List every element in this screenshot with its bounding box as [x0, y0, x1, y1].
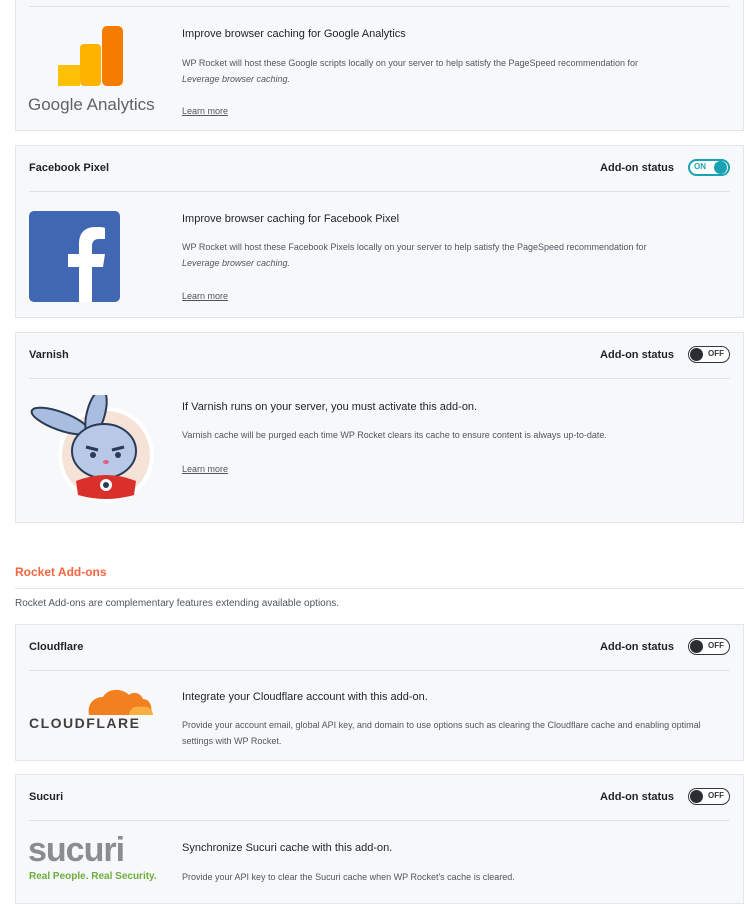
toggle-text: OFF: [708, 791, 724, 800]
card-title: Cloudflare: [29, 641, 84, 653]
google-analytics-icon: [58, 26, 123, 86]
toggle-knob: [690, 640, 703, 653]
description-text: WP Rocket will host these Facebook Pixel…: [182, 242, 647, 252]
cloudflare-logo-text: CLOUDFLARE: [29, 715, 141, 731]
addon-status-toggle[interactable]: OFF: [688, 346, 730, 363]
google-analytics-card: Google Analytics Improve browser caching…: [15, 0, 744, 131]
card-title: Facebook Pixel: [29, 162, 110, 174]
card-header: Facebook Pixel Add-on status ON: [29, 146, 730, 192]
feature-title: Synchronize Sucuri cache with this add-o…: [182, 842, 393, 854]
addon-status-label: Add-on status: [600, 162, 674, 174]
cloudflare-cloud-icon: [88, 689, 153, 715]
card-header: Sucuri Add-on status OFF: [29, 775, 730, 821]
toggle-knob: [690, 348, 703, 361]
cloudflare-card: Cloudflare Add-on status OFF CLOUDFLARE …: [15, 624, 744, 761]
toggle-knob: [690, 790, 703, 803]
feature-description: Provide your account email, global API k…: [182, 720, 701, 746]
feature-title: If Varnish runs on your server, you must…: [182, 401, 478, 413]
feature-title: Integrate your Cloudflare account with t…: [182, 691, 428, 703]
card-header: Varnish Add-on status OFF: [29, 333, 730, 379]
learn-more-link[interactable]: Learn more: [182, 291, 228, 301]
feature-description: WP Rocket will host these Google scripts…: [182, 55, 722, 87]
facebook-icon: [29, 211, 120, 302]
sucuri-tagline: Real People. Real Security.: [29, 871, 157, 882]
google-analytics-logo-text: Google Analytics: [28, 95, 155, 114]
feature-description: Provide your API key to clear the Sucuri…: [182, 872, 515, 882]
description-italic: Leverage browser caching.: [182, 74, 291, 84]
varnish-logo: [26, 388, 156, 507]
feature-description: Varnish cache will be purged each time W…: [182, 430, 607, 440]
varnish-card: Varnish Add-on status OFF If Varnish run…: [15, 332, 744, 523]
toggle-text: OFF: [708, 641, 724, 650]
sucuri-logo-text: sucuri: [28, 831, 125, 869]
cloudflare-logo: CLOUDFLARE: [29, 687, 159, 737]
section-divider: [15, 588, 744, 589]
google-analytics-logo: Google Analytics: [28, 24, 158, 124]
addon-status-toggle[interactable]: OFF: [688, 788, 730, 805]
toggle-knob: [714, 161, 727, 174]
card-header: Cloudflare Add-on status OFF: [29, 625, 730, 671]
feature-title: Improve browser caching for Google Analy…: [182, 28, 406, 40]
divider: [29, 6, 730, 7]
addon-status-toggle[interactable]: ON: [688, 159, 730, 176]
feature-title: Improve browser caching for Facebook Pix…: [182, 213, 400, 225]
addon-status-label: Add-on status: [600, 349, 674, 361]
rabbit-mascot-icon: [30, 388, 154, 503]
addon-status-label: Add-on status: [600, 791, 674, 803]
feature-description: WP Rocket will host these Facebook Pixel…: [182, 239, 722, 271]
toggle-text: OFF: [708, 349, 724, 358]
section-description: Rocket Add-ons are complementary feature…: [15, 598, 340, 609]
description-text: WP Rocket will host these Google scripts…: [182, 58, 639, 68]
toggle-text: ON: [694, 162, 706, 171]
facebook-logo: [29, 211, 120, 302]
learn-more-link[interactable]: Learn more: [182, 464, 228, 474]
facebook-pixel-card: Facebook Pixel Add-on status ON Improve …: [15, 145, 744, 318]
description-italic: Leverage browser caching.: [182, 258, 291, 268]
learn-more-link[interactable]: Learn more: [182, 106, 228, 116]
card-title: Varnish: [29, 349, 69, 361]
sucuri-logo: sucuri Real People. Real Security.: [28, 831, 158, 887]
addon-status-label: Add-on status: [600, 641, 674, 653]
section-title: Rocket Add-ons: [15, 565, 107, 579]
card-title: Sucuri: [29, 791, 64, 803]
sucuri-card: Sucuri Add-on status OFF sucuri Real Peo…: [15, 774, 744, 904]
addon-status-toggle[interactable]: OFF: [688, 638, 730, 655]
